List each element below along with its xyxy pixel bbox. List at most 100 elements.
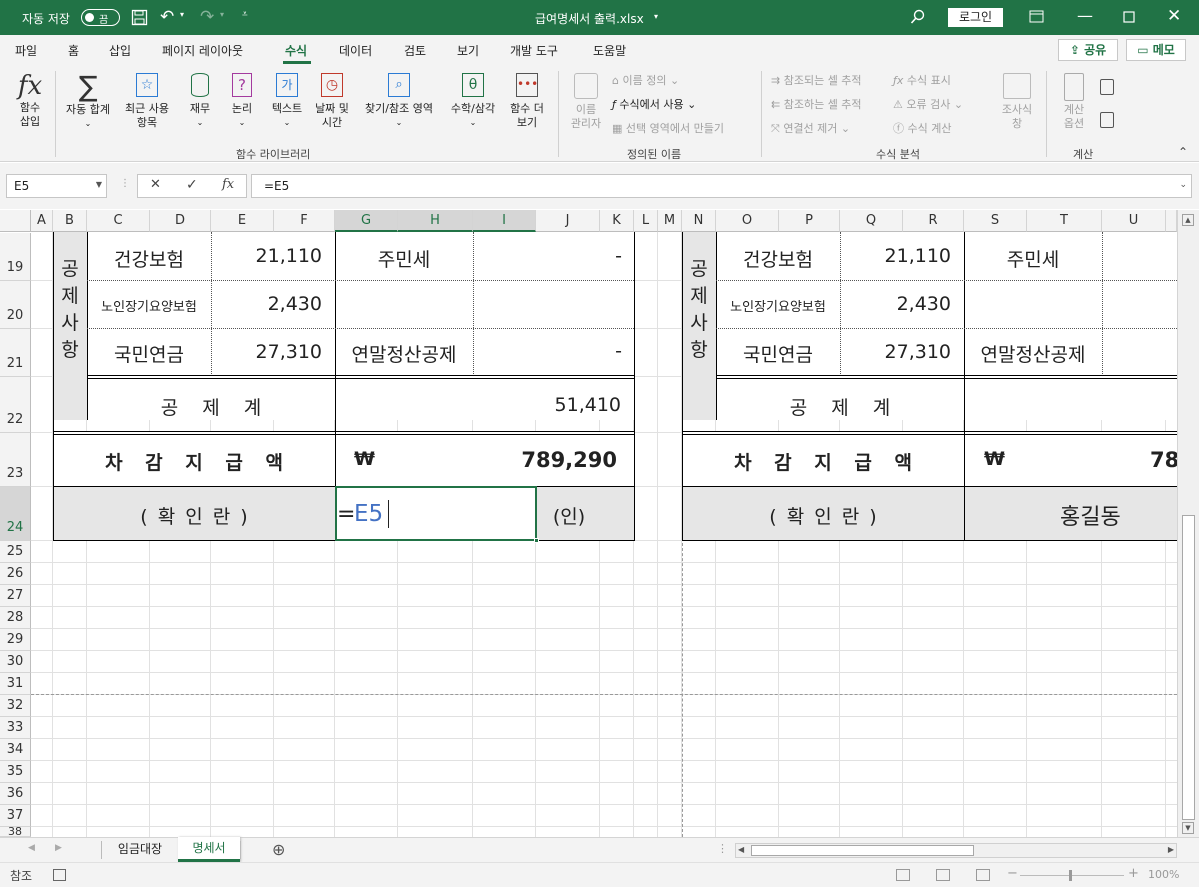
column-header-t[interactable]: T — [1027, 210, 1102, 232]
define-name-button[interactable]: ⌂ 이름 정의 ⌄ — [612, 72, 679, 88]
add-sheet-icon[interactable]: ⊕ — [272, 840, 285, 859]
row-header-36[interactable]: 36 — [0, 783, 31, 805]
minimize-icon[interactable]: — — [1077, 6, 1093, 25]
insert-function-small-icon[interactable]: fx — [222, 177, 234, 192]
scroll-left-icon[interactable]: ◀ — [738, 845, 744, 854]
title-dropdown-icon[interactable]: ▾ — [654, 12, 658, 21]
customize-qat-icon[interactable]: ⩡ — [242, 9, 248, 20]
macro-recording-icon[interactable] — [53, 869, 66, 881]
column-header-l[interactable]: L — [634, 210, 658, 232]
date-time-button[interactable]: ◷ 날짜 및 시간 — [310, 71, 354, 141]
row-header-22[interactable]: 22 — [0, 377, 31, 433]
autosum-button[interactable]: ∑ 자동 합계 ⌄ — [58, 71, 118, 141]
row-header-29[interactable]: 29 — [0, 629, 31, 651]
column-header-o[interactable]: O — [716, 210, 779, 232]
tab-data[interactable]: 데이터 — [339, 42, 372, 59]
row-header-38[interactable]: 38 — [0, 827, 31, 837]
lookup-button[interactable]: ⌕ 찾기/참조 영역 ⌄ — [357, 71, 441, 141]
row-header-23[interactable]: 23 — [0, 433, 31, 487]
zoom-slider[interactable] — [1020, 870, 1124, 881]
column-header-k[interactable]: K — [600, 210, 634, 232]
column-header-u[interactable]: U — [1102, 210, 1166, 232]
column-header-q[interactable]: Q — [840, 210, 903, 232]
active-cell-editor[interactable]: = E5 — [335, 486, 539, 543]
column-header-n[interactable]: N — [682, 210, 716, 232]
row-header-32[interactable]: 32 — [0, 695, 31, 717]
column-header-b[interactable]: B — [53, 210, 87, 232]
financial-button[interactable]: 재무 ⌄ — [180, 71, 220, 141]
row-header-26[interactable]: 26 — [0, 563, 31, 585]
name-box[interactable]: E5 ▼ — [6, 174, 107, 198]
maximize-icon[interactable] — [1123, 11, 1135, 23]
text-button[interactable]: 가 텍스트 ⌄ — [264, 71, 310, 141]
cancel-icon[interactable]: ✕ — [150, 177, 161, 192]
row-header-33[interactable]: 33 — [0, 717, 31, 739]
tab-formulas[interactable]: 수식 — [285, 42, 307, 59]
row-header-20[interactable]: 20 — [0, 281, 31, 329]
redo-dropdown-icon[interactable]: ▾ — [220, 10, 224, 19]
insert-function-button[interactable]: fx 함수 삽입 — [8, 71, 52, 141]
memo-button[interactable]: ▭ 메모 — [1126, 39, 1186, 61]
name-manager-button[interactable]: 이름 관리자 — [564, 71, 608, 141]
scroll-down-icon[interactable]: ▼ — [1182, 822, 1194, 834]
column-header-d[interactable]: D — [150, 210, 211, 232]
math-button[interactable]: θ 수학/삼각 ⌄ — [445, 71, 501, 141]
column-header-h[interactable]: H — [398, 210, 473, 232]
error-checking-button[interactable]: ⚠ 오류 검사 ⌄ — [893, 96, 963, 112]
search-icon[interactable] — [910, 9, 926, 25]
collapse-ribbon-icon[interactable]: ⌃ — [1178, 145, 1188, 159]
column-header-j[interactable]: J — [536, 210, 600, 232]
zoom-out-icon[interactable]: − — [1007, 866, 1018, 881]
share-button[interactable]: ⇪ 공유 — [1058, 39, 1118, 61]
close-icon[interactable]: ✕ — [1167, 6, 1181, 26]
evaluate-formula-button[interactable]: ⓕ 수식 계산 — [893, 120, 951, 136]
tab-scroll-right-icon[interactable]: ▶ — [55, 843, 62, 853]
row-header-30[interactable]: 30 — [0, 651, 31, 673]
column-header-v[interactable] — [1166, 210, 1177, 232]
column-header-e[interactable]: E — [211, 210, 274, 232]
create-from-selection-button[interactable]: ▦ 선택 영역에서 만들기 — [612, 120, 724, 136]
calculate-now-icon[interactable] — [1100, 79, 1114, 95]
tab-insert[interactable]: 삽입 — [109, 42, 131, 59]
row-header-19[interactable]: 19 — [0, 233, 31, 281]
tab-view[interactable]: 보기 — [457, 42, 479, 59]
save-icon[interactable] — [131, 9, 148, 26]
trace-dependents-button[interactable]: ⇇ 참조하는 셀 추적 — [771, 96, 862, 112]
sheet-tab-pay-slip[interactable]: 명세서 — [178, 837, 240, 862]
row-header-24[interactable]: 24 — [0, 487, 31, 541]
split-handle-icon[interactable]: ⋮ — [717, 842, 728, 855]
tab-scroll-left-icon[interactable]: ◀ — [28, 843, 35, 853]
vertical-scroll-thumb[interactable] — [1182, 515, 1195, 820]
undo-icon[interactable]: ↶ — [160, 7, 174, 27]
row-header-25[interactable]: 25 — [0, 541, 31, 563]
column-header-a[interactable]: A — [31, 210, 53, 232]
redo-icon[interactable]: ↷ — [200, 7, 214, 27]
column-header-f[interactable]: F — [274, 210, 335, 232]
login-button[interactable]: 로그인 — [948, 8, 1003, 27]
recent-functions-button[interactable]: ☆ 최근 사용 항목 — [118, 71, 176, 141]
row-header-28[interactable]: 28 — [0, 607, 31, 629]
column-header-m[interactable]: M — [658, 210, 682, 232]
column-header-p[interactable]: P — [779, 210, 840, 232]
autosave-toggle[interactable]: 끔 — [81, 9, 120, 26]
zoom-slider-thumb[interactable] — [1069, 870, 1072, 881]
fill-handle[interactable] — [534, 538, 539, 543]
column-header-i[interactable]: I — [473, 210, 536, 232]
calculate-sheet-icon[interactable] — [1100, 112, 1114, 128]
scroll-right-icon[interactable]: ▶ — [1168, 845, 1174, 854]
remove-arrows-button[interactable]: ⤧ 연결선 제거 ⌄ — [771, 120, 850, 136]
column-header-s[interactable]: S — [964, 210, 1027, 232]
name-box-dropdown-icon[interactable]: ▼ — [96, 180, 102, 189]
show-formulas-button[interactable]: ƒx 수식 표시 — [893, 72, 951, 88]
column-header-r[interactable]: R — [903, 210, 964, 232]
use-in-formula-button[interactable]: ƒ 수식에서 사용 ⌄ — [612, 96, 696, 112]
column-header-g[interactable]: G — [335, 210, 398, 232]
logical-button[interactable]: ? 논리 ⌄ — [222, 71, 262, 141]
undo-dropdown-icon[interactable]: ▾ — [180, 10, 184, 19]
watch-window-button[interactable]: 조사식 창 — [994, 71, 1040, 141]
column-header-c[interactable]: C — [87, 210, 150, 232]
tab-file[interactable]: 파일 — [15, 42, 37, 59]
tab-home[interactable]: 홈 — [68, 42, 79, 59]
row-header-27[interactable]: 27 — [0, 585, 31, 607]
tab-page-layout[interactable]: 페이지 레이아웃 — [162, 42, 243, 59]
